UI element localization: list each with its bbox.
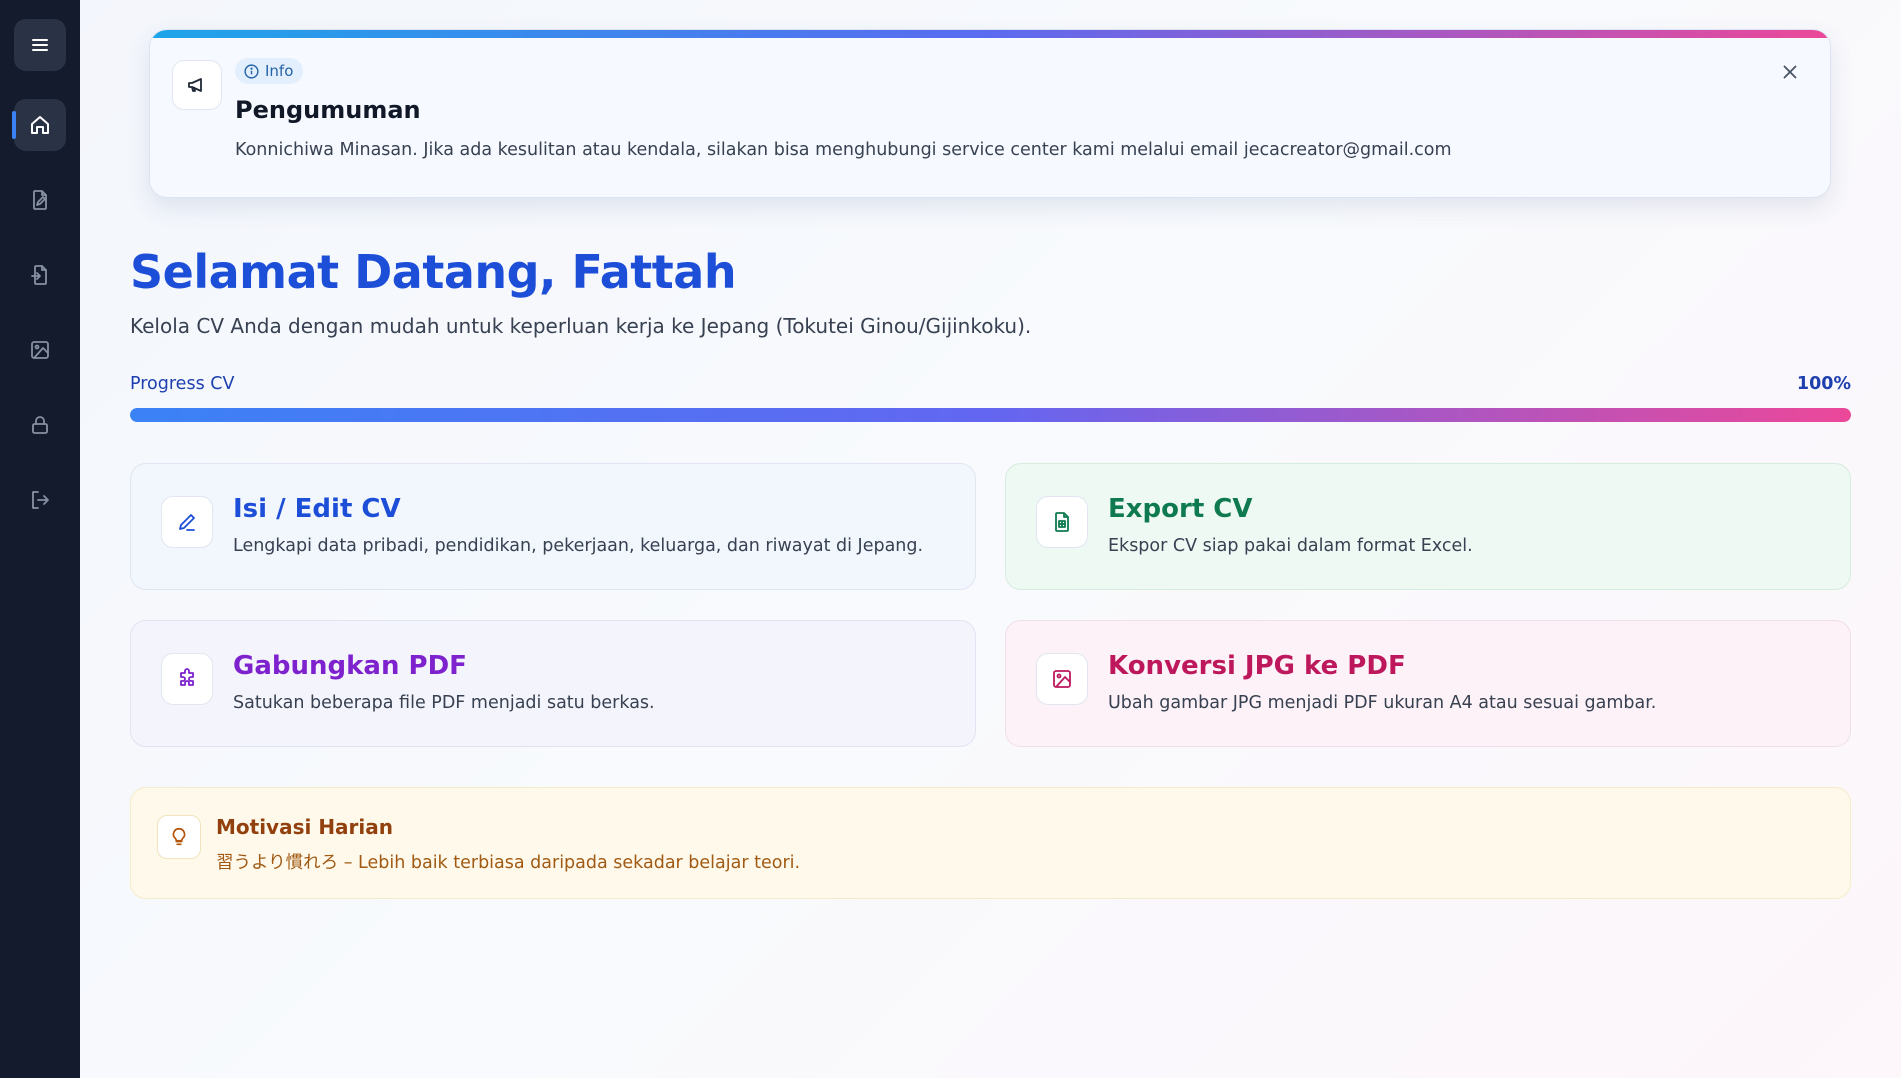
card-title: Gabungkan PDF (233, 651, 467, 681)
sidebar-item-home[interactable] (12, 99, 66, 151)
image-icon (31, 341, 49, 359)
progress-value: 100% (1796, 374, 1851, 394)
page-title: Selamat Datang, Fattah (130, 245, 737, 299)
progress-label: Progress CV (130, 374, 235, 394)
info-icon (244, 63, 259, 79)
motivation-quote: 習うより慣れろ – Lebih baik terbiasa daripada s… (216, 853, 801, 873)
sidebar-item-export[interactable] (14, 249, 66, 301)
home-icon (31, 116, 49, 134)
announcement-accent-bar (150, 30, 1830, 38)
megaphone-icon (188, 78, 202, 92)
card-export-cv[interactable]: Export CV Ekspor CV siap pakai dalam for… (1005, 463, 1851, 590)
page-subtitle: Kelola CV Anda dengan mudah untuk keperl… (130, 314, 1032, 338)
daily-motivation: Motivasi Harian 習うより慣れろ – Lebih baik ter… (130, 787, 1851, 899)
image-icon (1053, 670, 1071, 688)
card-icon-box (1036, 653, 1088, 705)
logout-icon (32, 491, 49, 509)
announcement-banner: Info Pengumuman Konnichiwa Minasan. Jika… (149, 29, 1831, 198)
card-title: Isi / Edit CV (233, 494, 401, 524)
progress-bar (130, 408, 1851, 422)
card-merge-pdf[interactable]: Gabungkan PDF Satukan beberapa file PDF … (130, 620, 976, 747)
lock-icon (32, 416, 48, 434)
sidebar-item-logout[interactable] (14, 474, 66, 526)
sidebar-item-lock[interactable] (14, 399, 66, 451)
lightbulb-icon (172, 827, 186, 846)
card-description: Satukan beberapa file PDF menjadi satu b… (233, 693, 655, 713)
menu-button[interactable] (14, 19, 66, 71)
announcement-title: Pengumuman (235, 96, 421, 124)
card-description: Ekspor CV siap pakai dalam format Excel. (1108, 536, 1473, 556)
info-badge-label: Info (265, 62, 294, 80)
spreadsheet-icon (1055, 512, 1069, 532)
announcement-message: Konnichiwa Minasan. Jika ada kesulitan a… (235, 140, 1452, 160)
menu-icon (32, 39, 48, 51)
motivation-icon-box (157, 815, 201, 859)
announcement-icon-box (172, 60, 222, 110)
sidebar-item-edit-cv[interactable] (14, 174, 66, 226)
close-announcement-button[interactable] (1776, 58, 1804, 86)
card-title: Konversi JPG ke PDF (1108, 651, 1406, 681)
card-edit-cv[interactable]: Isi / Edit CV Lengkapi data pribadi, pen… (130, 463, 976, 590)
card-description: Lengkapi data pribadi, pendidikan, peker… (233, 536, 924, 556)
close-icon (1783, 65, 1797, 79)
card-icon-box (161, 496, 213, 548)
card-title: Export CV (1108, 494, 1253, 524)
sidebar-item-image[interactable] (14, 324, 66, 376)
pencil-icon (179, 514, 195, 531)
card-description: Ubah gambar JPG menjadi PDF ukuran A4 at… (1108, 693, 1657, 713)
puzzle-icon (180, 668, 194, 686)
sidebar (0, 0, 80, 1078)
card-icon-box (1036, 496, 1088, 548)
info-badge: Info (235, 58, 304, 84)
file-edit-icon (33, 190, 47, 210)
card-jpg-to-pdf[interactable]: Konversi JPG ke PDF Ubah gambar JPG menj… (1005, 620, 1851, 747)
motivation-title: Motivasi Harian (216, 815, 394, 839)
card-icon-box (161, 653, 213, 705)
progress-bar-fill (130, 408, 1851, 422)
file-export-icon (31, 265, 47, 285)
